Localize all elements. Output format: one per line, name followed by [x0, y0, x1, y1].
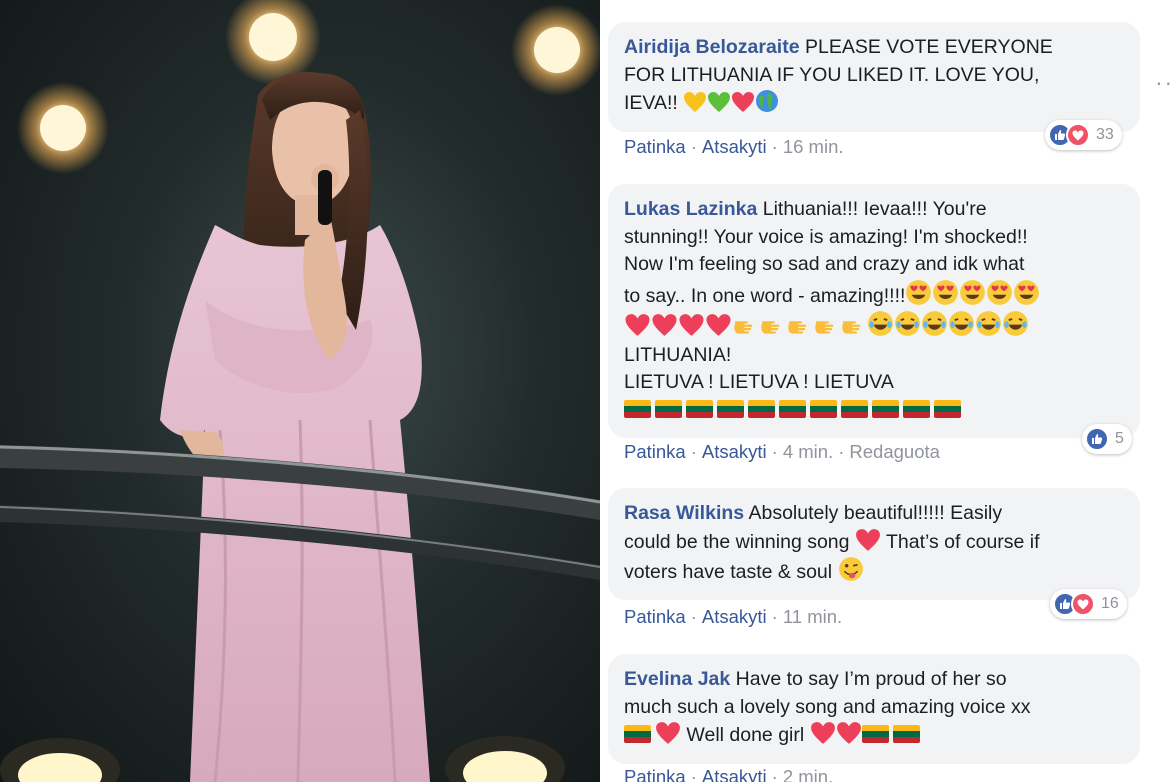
- comment-feed: · · Airidija Belozaraite PLEASE VOTE EVE…: [600, 0, 1172, 782]
- laugh-emoji: [868, 311, 893, 336]
- pointing-hand-emoji: [815, 321, 834, 334]
- lithuania-flag: [779, 399, 806, 418]
- reaction-summary[interactable]: 5: [1082, 424, 1132, 454]
- yellow-heart-emoji: [684, 92, 707, 112]
- reply-link[interactable]: Atsakyti: [702, 766, 767, 782]
- reply-link[interactable]: Atsakyti: [702, 606, 767, 627]
- comment-text: FOR LITHUANIA IF YOU LIKED IT. LOVE YOU,: [624, 63, 1040, 86]
- laugh-emoji: [1003, 311, 1028, 336]
- lithuania-flag: [841, 399, 868, 418]
- pointing-hand-emoji: [761, 321, 780, 334]
- comment-actions: Patinka · Atsakyti · 4 min. · Redaguota: [624, 441, 940, 462]
- heart-emoji: [679, 314, 704, 336]
- heart-emoji: [656, 722, 680, 744]
- lithuania-flag: [934, 399, 961, 418]
- lithuania-flag: [748, 399, 775, 418]
- winking-tongue-emoji: [838, 557, 863, 581]
- comment-bubble: Lukas Lazinka Lithuania!!! Ievaa!!! You'…: [608, 184, 1140, 438]
- microphone: [318, 170, 332, 225]
- comment-time[interactable]: 16 min.: [783, 136, 844, 157]
- comment-actions: Patinka · Atsakyti · 16 min.: [624, 136, 844, 157]
- comment-text: voters have taste & soul: [624, 561, 833, 583]
- laugh-emoji: [976, 311, 1001, 336]
- globe-emoji: [756, 90, 779, 112]
- comment-text: Absolutely beautiful!!!!! Easily: [748, 502, 1003, 524]
- reply-link[interactable]: Atsakyti: [702, 136, 767, 157]
- more-options-icon[interactable]: · ·: [1155, 70, 1172, 96]
- comment-text: could be the winning song: [624, 530, 850, 553]
- heart-eyes-emoji: [933, 279, 959, 305]
- reaction-summary[interactable]: 16: [1050, 589, 1127, 619]
- comment-text: PLEASE VOTE EVERYONE: [804, 36, 1053, 58]
- like-icon: [1085, 427, 1109, 451]
- comment-author[interactable]: Evelina Jak: [624, 668, 730, 690]
- heart-emoji: [732, 92, 755, 112]
- lithuania-flag: [624, 725, 651, 743]
- comment-text: IEVA!!: [624, 92, 678, 114]
- reply-link[interactable]: Atsakyti: [702, 441, 767, 462]
- comment-time[interactable]: 11 min.: [783, 606, 842, 627]
- comment-time[interactable]: 2 min.: [783, 766, 833, 782]
- laugh-emoji: [949, 311, 974, 336]
- heart-eyes-emoji: [906, 279, 932, 305]
- comment-text: Lithuania!!! Ievaa!!! You're: [762, 198, 987, 220]
- love-icon: [1071, 592, 1095, 616]
- lithuania-flag: [624, 399, 651, 418]
- heart-emoji: [625, 314, 650, 336]
- comment-bubble: Rasa Wilkins Absolutely beautiful!!!!! E…: [608, 488, 1140, 600]
- comment-time[interactable]: 4 min.: [783, 441, 833, 462]
- comment-author[interactable]: Lukas Lazinka: [624, 198, 757, 220]
- comment-text: much such a lovely song and amazing voic…: [624, 695, 1031, 718]
- comment-text: That’s of course if: [886, 530, 1040, 553]
- green-heart-emoji: [708, 92, 731, 112]
- love-icon: [1066, 123, 1090, 147]
- comment-text: LIETUVA ! LIETUVA ! LIETUVA: [624, 371, 894, 393]
- lithuania-flag: [717, 399, 744, 418]
- lithuania-flag: [903, 399, 930, 418]
- comment-author[interactable]: Airidija Belozaraite: [624, 36, 800, 58]
- comment-text: to say.. In one word - amazing!!!!: [624, 284, 906, 307]
- like-link[interactable]: Patinka: [624, 606, 686, 627]
- performer-photo: [0, 0, 600, 782]
- reaction-count: 33: [1096, 126, 1114, 143]
- like-link[interactable]: Patinka: [624, 136, 686, 157]
- comment-author[interactable]: Rasa Wilkins: [624, 502, 744, 524]
- pointing-hand-emoji: [734, 321, 753, 334]
- comment-text: Well done girl: [686, 724, 805, 746]
- reaction-count: 16: [1101, 595, 1119, 612]
- lithuania-flag: [892, 725, 920, 743]
- lithuania-flag: [872, 399, 899, 418]
- comment-text: Have to say I’m proud of her so: [735, 668, 1007, 690]
- comment-text: LITHUANIA!: [624, 343, 732, 366]
- heart-emoji: [856, 528, 880, 551]
- heart-eyes-emoji: [987, 279, 1013, 305]
- reaction-count: 5: [1115, 430, 1124, 447]
- comment-bubble: Evelina Jak Have to say I’m proud of her…: [608, 654, 1140, 764]
- stage-scene: [0, 0, 600, 782]
- heart-emoji: [652, 314, 677, 336]
- comment-bubble: Airidija Belozaraite PLEASE VOTE EVERYON…: [608, 22, 1140, 132]
- lithuania-flag: [655, 399, 682, 418]
- lithuania-flag: [686, 399, 713, 418]
- reaction-summary[interactable]: 33: [1045, 120, 1122, 150]
- pointing-hand-emoji: [788, 321, 807, 334]
- heart-eyes-emoji: [960, 279, 986, 305]
- comment-text: Now I'm feeling so sad and crazy and idk…: [624, 253, 1025, 275]
- pointing-hand-emoji: [842, 321, 861, 334]
- comment-actions: Patinka · Atsakyti · 2 min.: [624, 766, 833, 782]
- lithuania-flag: [861, 725, 889, 743]
- like-link[interactable]: Patinka: [624, 441, 686, 462]
- lithuania-flag: [810, 399, 837, 418]
- edited-label[interactable]: Redaguota: [849, 441, 940, 462]
- comment-actions: Patinka · Atsakyti · 11 min.: [624, 606, 843, 627]
- laugh-emoji: [922, 311, 947, 336]
- heart-emoji: [836, 722, 861, 744]
- laugh-emoji: [895, 311, 920, 336]
- heart-emoji: [706, 314, 731, 336]
- like-link[interactable]: Patinka: [624, 766, 686, 782]
- heart-emoji: [810, 722, 835, 744]
- heart-eyes-emoji: [1014, 279, 1040, 305]
- comment-text: stunning!! Your voice is amazing! I'm sh…: [624, 225, 1028, 248]
